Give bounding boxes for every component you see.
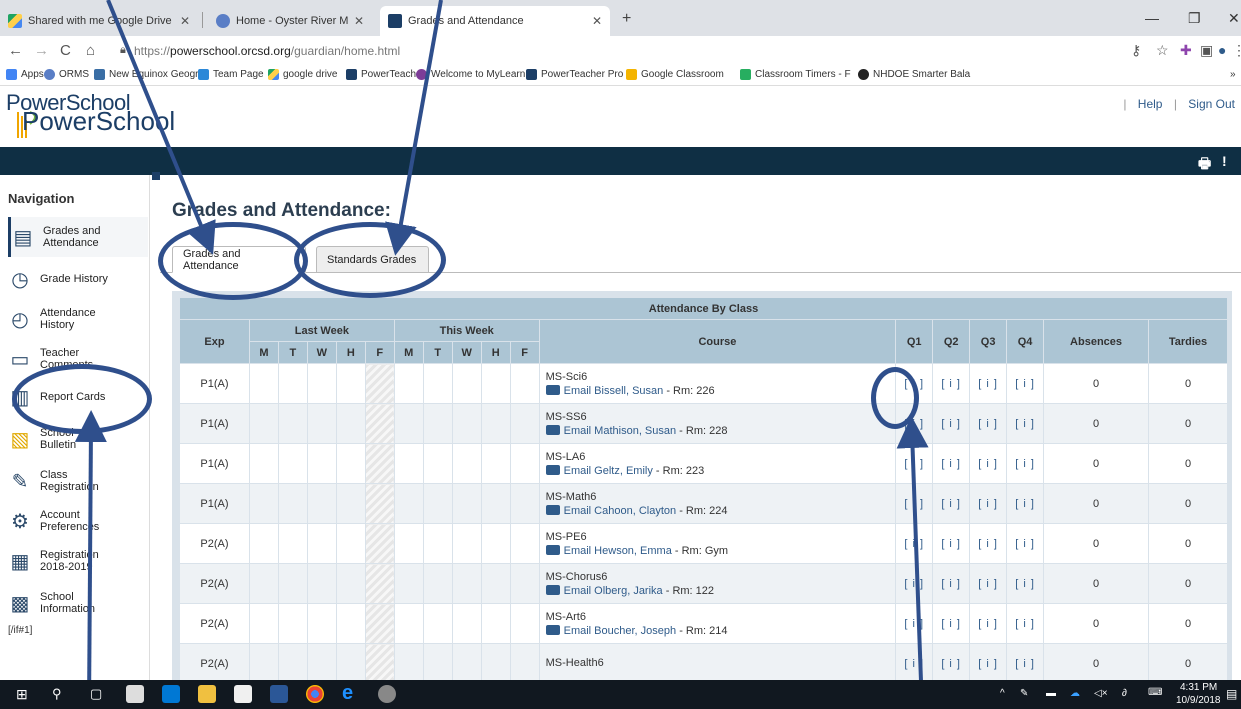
- clock-time[interactable]: 4:31 PM: [1180, 682, 1217, 693]
- store-icon[interactable]: [234, 685, 252, 703]
- volume-icon[interactable]: ◁×: [1094, 688, 1108, 699]
- annotation-arrow: [385, 0, 443, 256]
- app-icon[interactable]: [126, 685, 144, 703]
- battery-icon[interactable]: ▬: [1046, 688, 1056, 699]
- annotation-arrow: [74, 410, 107, 709]
- taskbar: ⊞ ⚲ ▢ e ^ ✎ ▬ ☁ ◁× ∂ ⌨ 4:31 PM 10/9/2018…: [0, 680, 1241, 709]
- notifications-icon[interactable]: ▤: [1226, 687, 1237, 701]
- tray-up-icon[interactable]: ^: [1000, 688, 1005, 699]
- windows-start-icon[interactable]: ⊞: [16, 686, 28, 703]
- annotation-arrow: [106, 0, 216, 255]
- task-view-icon[interactable]: ▢: [90, 686, 102, 702]
- annotation-arrows: [74, 0, 929, 709]
- search-icon[interactable]: ⚲: [52, 686, 62, 702]
- clock-date[interactable]: 10/9/2018: [1176, 695, 1221, 706]
- paint-icon[interactable]: [378, 685, 396, 703]
- ink-icon[interactable]: ∂: [1122, 688, 1127, 699]
- keyboard-icon[interactable]: ⌨: [1148, 687, 1162, 698]
- file-explorer-icon[interactable]: [198, 685, 216, 703]
- onedrive-icon[interactable]: ☁: [1070, 688, 1080, 699]
- word-icon[interactable]: [270, 685, 288, 703]
- outlook-icon[interactable]: [162, 685, 180, 703]
- edge-icon[interactable]: e: [342, 682, 353, 705]
- chrome-icon[interactable]: [306, 685, 324, 703]
- pen-icon[interactable]: ✎: [1020, 688, 1028, 699]
- annotation-arrow: [896, 416, 929, 709]
